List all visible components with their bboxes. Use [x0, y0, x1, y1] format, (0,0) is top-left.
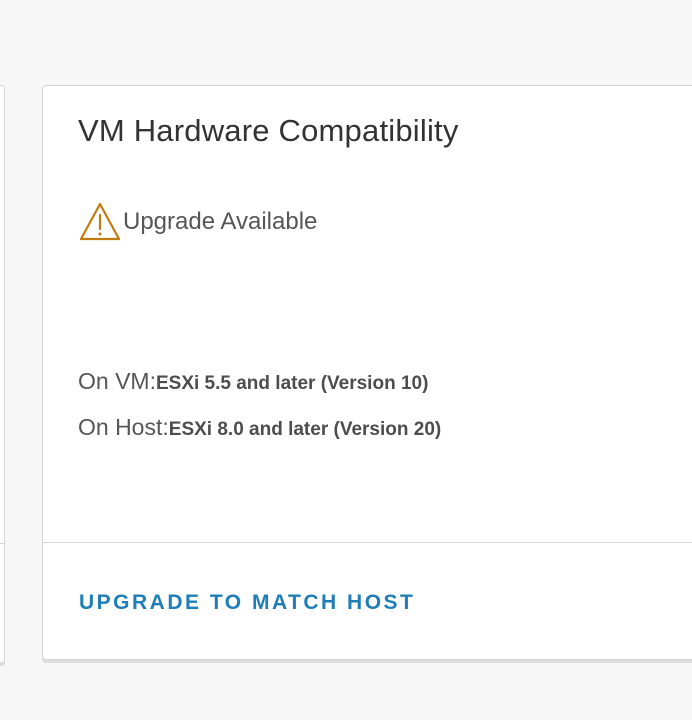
warning-triangle-icon — [79, 202, 121, 241]
vm-version-row: On VM:ESXi 5.5 and later (Version 10) — [78, 368, 428, 395]
adjacent-card-divider — [0, 543, 4, 544]
card-title: VM Hardware Compatibility — [78, 113, 459, 148]
host-version-value: ESXi 8.0 and later (Version 20) — [168, 419, 442, 440]
card-footer-divider — [43, 542, 692, 543]
host-version-row: On Host:ESXi 8.0 and later (Version 20) — [78, 414, 441, 441]
status-label: Upgrade Available — [123, 208, 318, 235]
vm-hardware-compatibility-card: VM Hardware Compatibility Upgrade Availa… — [42, 85, 692, 660]
adjacent-card — [0, 85, 5, 663]
host-version-key: On Host: — [78, 414, 169, 440]
vm-version-key: On VM: — [78, 368, 156, 394]
vm-version-value: ESXi 5.5 and later (Version 10) — [155, 373, 429, 394]
upgrade-to-match-host-button[interactable]: UPGRADE TO MATCH HOST — [79, 591, 415, 615]
page: VM Hardware Compatibility Upgrade Availa… — [0, 0, 692, 720]
upgrade-status: Upgrade Available — [78, 200, 317, 244]
